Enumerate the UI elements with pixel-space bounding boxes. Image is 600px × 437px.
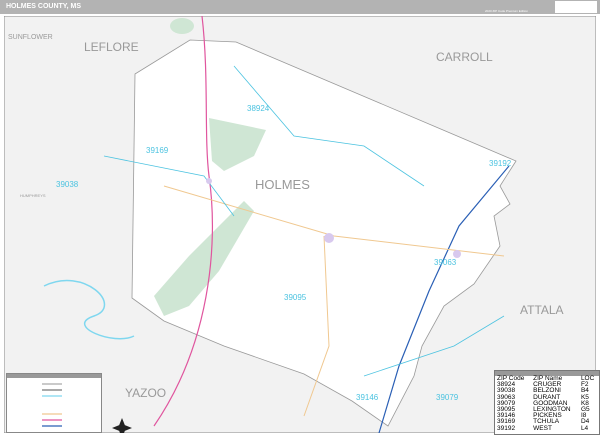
zip-label: 39146 — [356, 393, 379, 402]
zip-label: 39095 — [284, 293, 307, 302]
county-label: HUMPHREYS — [20, 193, 46, 198]
county-label: HOLMES — [255, 177, 310, 192]
zip-code-table: ZIP Code ZIP Name LOC 38924 CRUGER F2 39038… — [494, 370, 600, 435]
county-label: ATTALA — [520, 303, 564, 317]
table-cell: L4 — [580, 424, 589, 432]
table-row: 39192 WEST L4 — [495, 424, 599, 432]
zip-label: 39169 — [146, 146, 169, 155]
county-label: LEFLORE — [84, 40, 139, 54]
zip-label: 38924 — [247, 104, 270, 113]
zip-label: 39063 — [434, 258, 457, 267]
zip-label: 39038 — [56, 180, 79, 189]
county-label: CARROLL — [436, 50, 493, 64]
zip-label: 39192 — [489, 159, 512, 168]
map-legend — [6, 373, 102, 433]
county-label: SUNFLOWER — [8, 34, 53, 41]
table-cell: 39192 — [497, 424, 516, 432]
map-title: HOLMES COUNTY, MS — [6, 3, 82, 10]
map-subtitle: 2020 ZIP Code Premium Edition — [485, 9, 528, 13]
header-bar: HOLMES COUNTY, MS 2020 ZIP Code Premium … — [0, 0, 600, 14]
publisher-logo — [555, 1, 597, 13]
zip-label: 39079 — [436, 393, 459, 402]
county-label: YAZOO — [125, 386, 167, 400]
table-cell: WEST — [533, 424, 552, 432]
